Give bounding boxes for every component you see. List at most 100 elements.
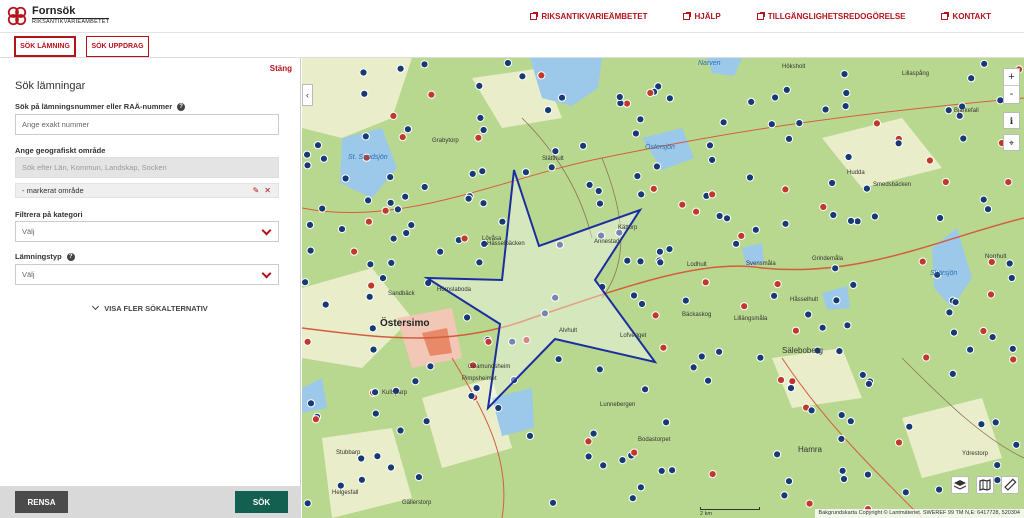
remains-marker-red[interactable] [646, 88, 655, 98]
remains-marker-red[interactable] [805, 499, 814, 508]
remains-marker-blue[interactable] [840, 70, 849, 79]
remains-marker-red[interactable] [776, 375, 786, 385]
remains-marker-blue[interactable] [387, 258, 396, 267]
remains-marker-blue[interactable] [844, 152, 853, 162]
remains-marker-blue[interactable] [436, 247, 445, 256]
remains-marker-blue[interactable] [655, 247, 664, 256]
remains-marker-blue[interactable] [831, 264, 840, 273]
fornsok-logo[interactable]: Fornsök RIKSANTIKVARIEÄMBETET [6, 5, 110, 27]
remains-marker-blue[interactable] [829, 210, 838, 220]
remains-marker-blue[interactable] [321, 300, 330, 309]
remains-marker-blue[interactable] [628, 494, 637, 503]
remains-marker-blue[interactable] [371, 388, 380, 397]
remains-marker-blue[interactable] [364, 196, 373, 205]
remains-marker-red[interactable] [381, 206, 390, 215]
remains-marker-blue[interactable] [479, 125, 488, 135]
zoom-out-button[interactable]: - [1004, 86, 1019, 103]
remains-marker-blue[interactable] [360, 89, 369, 98]
remains-marker-blue[interactable] [595, 199, 605, 208]
remains-marker-blue[interactable] [993, 476, 1002, 485]
remains-marker-red[interactable] [1004, 178, 1013, 187]
remains-marker-red[interactable] [350, 247, 359, 256]
remains-marker-blue[interactable] [318, 204, 327, 213]
remains-marker-blue[interactable] [704, 376, 713, 385]
remains-marker-blue[interactable] [719, 118, 728, 127]
remains-marker-red[interactable] [894, 438, 904, 447]
remains-marker-red[interactable] [389, 111, 398, 121]
remains-marker-blue[interactable] [697, 352, 706, 361]
remains-marker-blue[interactable] [313, 141, 323, 150]
remains-marker-blue[interactable] [386, 198, 395, 207]
remains-marker-blue[interactable] [498, 217, 507, 226]
remains-marker-blue[interactable] [615, 92, 624, 102]
remains-marker-blue[interactable] [637, 190, 646, 199]
zoom-in-button[interactable]: + [1004, 69, 1019, 86]
remains-marker-blue[interactable] [948, 369, 957, 378]
help-icon[interactable]: ? [66, 252, 75, 261]
remains-marker-red[interactable] [781, 185, 790, 194]
remains-marker-blue[interactable] [302, 278, 310, 287]
remains-marker-blue[interactable] [863, 470, 873, 479]
map-view[interactable]: St. Sundsjön Östersjön Skärsjön Narven Ö… [302, 58, 1024, 518]
remove-x-icon[interactable]: ✕ [264, 186, 271, 195]
remains-marker-blue[interactable] [403, 125, 413, 134]
remains-marker-blue[interactable] [525, 431, 535, 440]
remains-marker-blue[interactable] [623, 256, 632, 265]
remains-marker-red[interactable] [474, 133, 483, 142]
remains-marker-red[interactable] [484, 337, 493, 346]
remains-marker-red[interactable] [584, 437, 593, 446]
remains-marker-blue[interactable] [636, 115, 645, 124]
remains-marker-blue[interactable] [977, 420, 986, 429]
remains-marker-blue[interactable] [837, 434, 846, 443]
remains-marker-blue[interactable] [715, 211, 724, 221]
remains-marker-blue[interactable] [1007, 273, 1016, 283]
remains-marker-red[interactable] [651, 311, 660, 320]
remains-marker-blue[interactable] [366, 260, 375, 269]
remains-marker-blue[interactable] [838, 466, 847, 475]
remains-marker-blue[interactable] [821, 105, 830, 114]
map-icon[interactable] [976, 476, 994, 494]
remains-marker-blue[interactable] [305, 220, 315, 229]
remains-marker-blue[interactable] [951, 298, 960, 307]
remains-marker-blue[interactable] [781, 219, 790, 228]
remains-marker-blue[interactable] [544, 106, 553, 115]
remains-marker-red[interactable] [740, 302, 749, 311]
remains-marker-blue[interactable] [373, 452, 382, 461]
remains-marker-blue[interactable] [594, 186, 603, 196]
remains-marker-blue[interactable] [422, 417, 431, 426]
tab-search-assignments[interactable]: SÖK UPPDRAG [86, 36, 149, 57]
remains-marker-blue[interactable] [689, 363, 698, 372]
remains-marker-blue[interactable] [870, 212, 880, 221]
nav-contact-link[interactable]: KONTAKT [941, 12, 991, 21]
remains-marker-blue[interactable] [705, 141, 715, 150]
remains-marker-blue[interactable] [770, 291, 779, 300]
remains-marker-red[interactable] [708, 190, 717, 199]
remains-marker-red[interactable] [659, 343, 668, 352]
remains-marker-blue[interactable] [786, 384, 796, 393]
remains-marker-red[interactable] [303, 337, 312, 346]
remains-marker-blue[interactable] [641, 385, 650, 394]
remains-marker-blue[interactable] [983, 205, 993, 214]
remains-marker-red[interactable] [979, 326, 988, 336]
remains-marker-blue[interactable] [631, 129, 640, 138]
remains-marker-blue[interactable] [945, 308, 954, 317]
remains-marker-red[interactable] [692, 207, 701, 216]
show-more-options[interactable]: VISA FLER SÖKALTERNATIV [0, 302, 301, 313]
remains-marker-blue[interactable] [629, 291, 639, 300]
remains-marker-blue[interactable] [386, 463, 396, 472]
remains-marker-blue[interactable] [361, 132, 370, 141]
remains-marker-blue[interactable] [708, 155, 717, 165]
remains-marker-blue[interactable] [503, 58, 512, 68]
remains-marker-blue[interactable] [396, 426, 405, 435]
remains-marker-blue[interactable] [837, 411, 846, 420]
edit-pencil-icon[interactable]: ✎ [253, 186, 260, 195]
nav-riksantikvarieambetet-link[interactable]: RIKSANTIKVARIEÄMBETET [530, 12, 647, 21]
remains-marker-blue[interactable] [463, 313, 472, 322]
remains-marker-blue[interactable] [980, 59, 989, 68]
remains-marker-blue[interactable] [784, 134, 794, 144]
remains-marker-blue[interactable] [967, 74, 976, 83]
remains-marker-blue[interactable] [652, 162, 661, 171]
remains-marker-blue[interactable] [681, 296, 690, 305]
remains-marker-blue[interactable] [472, 384, 481, 393]
remains-marker-blue[interactable] [936, 213, 945, 223]
